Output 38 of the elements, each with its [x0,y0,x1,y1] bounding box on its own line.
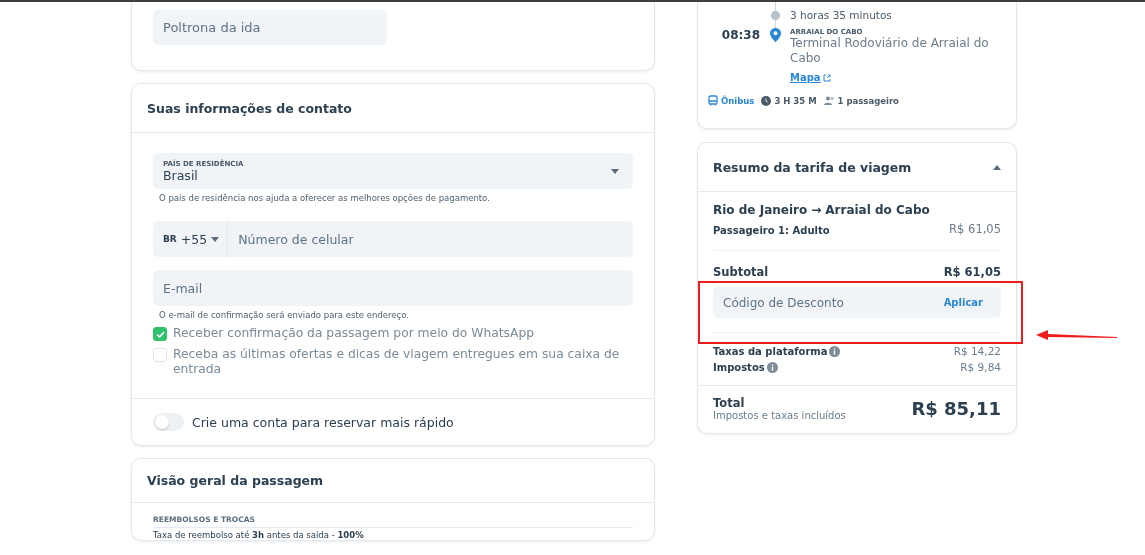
email-input[interactable]: E-mail [153,270,633,306]
apply-button[interactable]: Aplicar [925,297,1001,308]
station-name: Terminal Rodoviário de Arraial do Cabo [790,36,990,66]
total-value: R$ 85,11 [911,398,1001,419]
discount-code-input[interactable]: Código de Desconto [713,295,926,310]
subtotal-value: R$ 61,05 [943,265,1001,279]
arrow-icon: → [811,203,822,217]
route-origin: Rio de Janeiro [713,203,808,217]
section-title: Resumo da tarifa de viagem [713,159,912,175]
section-title: Visão geral da passagem [147,473,324,488]
subtotal-label: Subtotal [713,265,769,279]
phone-field[interactable]: BR +55 Número de celular [153,221,633,257]
route-destination: Arraial do Cabo [825,203,930,217]
seat-field[interactable]: Poltrona da ida [153,10,387,45]
trip-info: 3 H 35 M [761,95,817,106]
total-label: Total [713,396,746,410]
trip-info: Ônibus [708,95,755,106]
price-text: R$ 9,84 [960,361,1001,373]
arrival-time: 08:38 [720,28,760,44]
total-note: Impostos e taxas incluídos [713,410,846,421]
country-code-select[interactable]: BR +55 [153,221,229,257]
checkbox-label: Receba as últimas ofertas e dicas de viagem entregues em sua caixa de entrada [173,347,621,377]
fee-label: Taxas da plataforma [713,346,828,357]
price-text: R$ 61,05 [949,222,1001,236]
helper-text: O e-mail de confirmação será enviado para este endereço. [159,310,410,320]
trip-info: 1 passageiro [823,95,899,106]
discount-code-field[interactable]: Código de Desconto Aplicar [713,287,1001,318]
duration-text: 3 horas 35 minutos [790,8,892,23]
passenger-label: Passageiro 1: Adulto [713,225,830,236]
refund-text: Taxa de reembolso até 3h antes da saída - 100% [153,530,365,540]
phone-input[interactable]: Número de celular [228,221,633,257]
checkbox-label: Receber confirmação da passagem por meio do WhatsApp [173,326,534,341]
fee-label: Impostos [713,362,765,373]
section-title: Suas informações de contato [147,100,352,116]
helper-text: O país de residência nos ajuda a oferecer as melhores opções de pagamento. [159,193,491,203]
map-link[interactable]: Mapa [790,72,831,83]
price-text: R$ 14,22 [953,345,1001,357]
toggle-label: Crie uma conta para reservar mais rápido [192,414,454,430]
